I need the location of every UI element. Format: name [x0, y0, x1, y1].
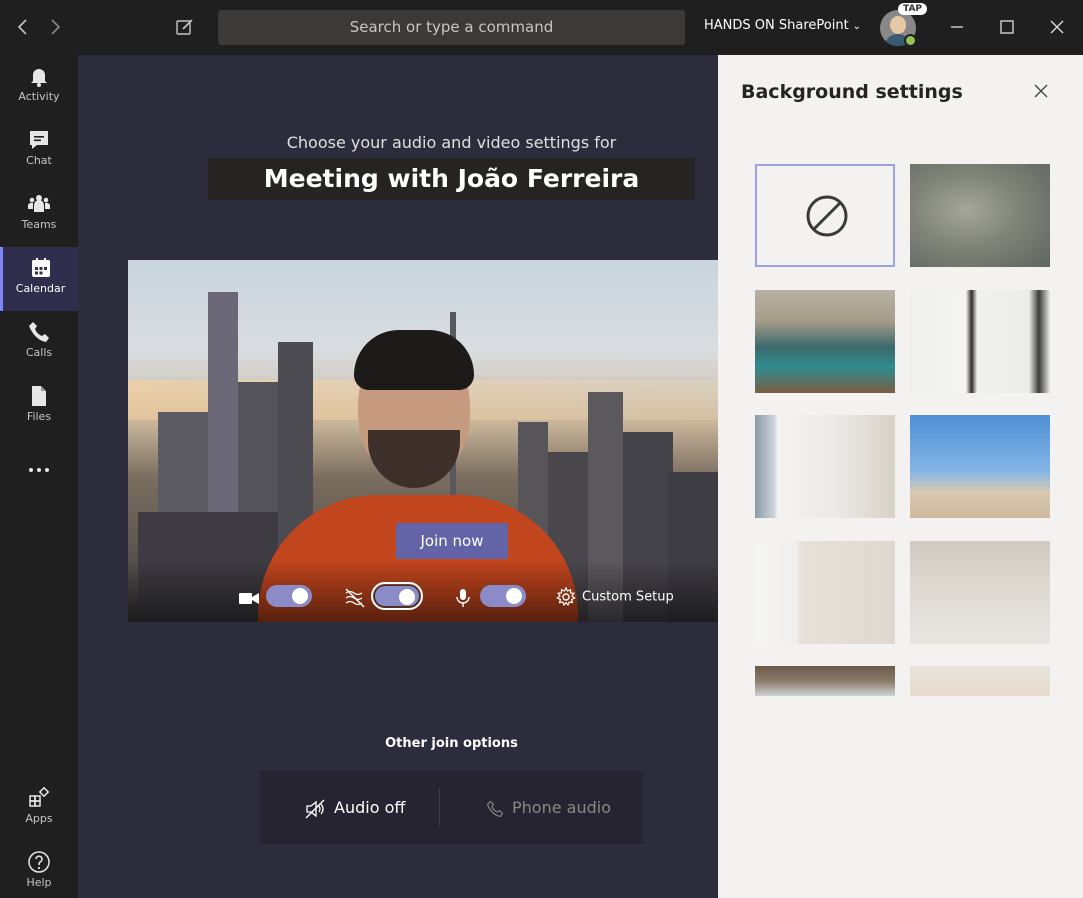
teams-icon: [28, 195, 50, 212]
speaker-off-icon: [305, 799, 325, 818]
background-white-room-mirror[interactable]: [910, 290, 1050, 393]
apps-icon: [29, 786, 50, 807]
camera-toggle[interactable]: [266, 585, 312, 607]
audio-off-label: Audio off: [334, 798, 406, 817]
microphone-icon: [456, 589, 470, 607]
rail-item-apps[interactable]: Apps: [0, 777, 78, 841]
rail-item-chat[interactable]: Chat: [0, 119, 78, 183]
gear-icon: [556, 586, 576, 607]
background-beach-lifeguard[interactable]: [910, 415, 1050, 518]
background-soft-wall[interactable]: [910, 541, 1050, 644]
other-join-options-heading: Other join options: [385, 736, 518, 751]
file-icon: [32, 386, 46, 406]
phone-icon: [486, 800, 504, 817]
search-input[interactable]: Search or type a command: [218, 10, 685, 45]
no-background-icon: [806, 195, 848, 237]
rail-item-activity[interactable]: Activity: [0, 55, 78, 119]
tenant-name: HANDS ON SharePoint: [704, 18, 849, 33]
rail-item-calls[interactable]: Calls: [0, 311, 78, 375]
phone-icon: [29, 322, 49, 342]
other-join-options: Audio off Phone audio: [260, 771, 643, 844]
presence-available-icon: [904, 34, 917, 47]
more-apps-button[interactable]: [0, 439, 78, 485]
avatar-badge: TAP: [898, 3, 928, 15]
panel-title: Background settings: [741, 81, 963, 103]
app-rail: Activity Chat Teams Calendar Calls Files…: [0, 55, 78, 898]
background-effects-toggle[interactable]: [371, 582, 423, 610]
phone-audio-label: Phone audio: [512, 798, 611, 817]
bell-icon: [31, 69, 47, 87]
forward-arrow-icon[interactable]: [44, 16, 66, 38]
background-empty-corner-room[interactable]: [755, 541, 895, 644]
background-settings-panel: Background settings: [718, 55, 1083, 898]
camera-icon: [239, 593, 259, 604]
background-none[interactable]: [755, 164, 895, 267]
custom-setup-label: Custom Setup: [582, 589, 674, 605]
microphone-toggle[interactable]: [480, 585, 526, 607]
background-office-lockers[interactable]: [755, 290, 895, 393]
window-close-icon[interactable]: [1044, 14, 1070, 40]
chevron-down-icon: ⌄: [852, 21, 862, 32]
phone-audio-button[interactable]: Phone audio: [486, 771, 611, 844]
background-thumbnails: [755, 164, 1051, 696]
more-icon: [29, 468, 49, 472]
background-blur[interactable]: [910, 164, 1050, 267]
chat-icon: [30, 131, 48, 149]
background-loft-ceiling[interactable]: [755, 666, 895, 696]
background-city-skyline[interactable]: [910, 666, 1050, 696]
help-icon: [28, 851, 50, 873]
meeting-title: Meeting with João Ferreira: [208, 158, 695, 200]
video-preview: Join now Custom Setup: [128, 260, 718, 622]
rail-item-help[interactable]: Help: [0, 841, 78, 898]
join-now-button[interactable]: Join now: [396, 523, 508, 559]
title-bar: Search or type a command HANDS ON ShareP…: [0, 0, 1083, 55]
background-bright-room-window[interactable]: [755, 415, 895, 518]
compose-icon[interactable]: [174, 16, 196, 38]
rail-item-files[interactable]: Files: [0, 375, 78, 439]
maximize-icon[interactable]: [994, 14, 1020, 40]
background-blur-icon: [345, 588, 365, 608]
tenant-switcher[interactable]: HANDS ON SharePoint ⌄: [704, 18, 861, 33]
audio-off-button[interactable]: Audio off: [304, 771, 405, 844]
minimize-icon[interactable]: [944, 14, 970, 40]
close-icon[interactable]: [1032, 82, 1050, 100]
prejoin-screen: Choose your audio and video settings for…: [78, 55, 718, 898]
calendar-icon: [31, 258, 50, 277]
back-arrow-icon[interactable]: [12, 16, 34, 38]
rail-item-teams[interactable]: Teams: [0, 183, 78, 247]
custom-setup-button[interactable]: Custom Setup: [556, 586, 674, 609]
prejoin-subtitle: Choose your audio and video settings for: [286, 133, 617, 152]
rail-item-calendar[interactable]: Calendar: [0, 247, 78, 311]
